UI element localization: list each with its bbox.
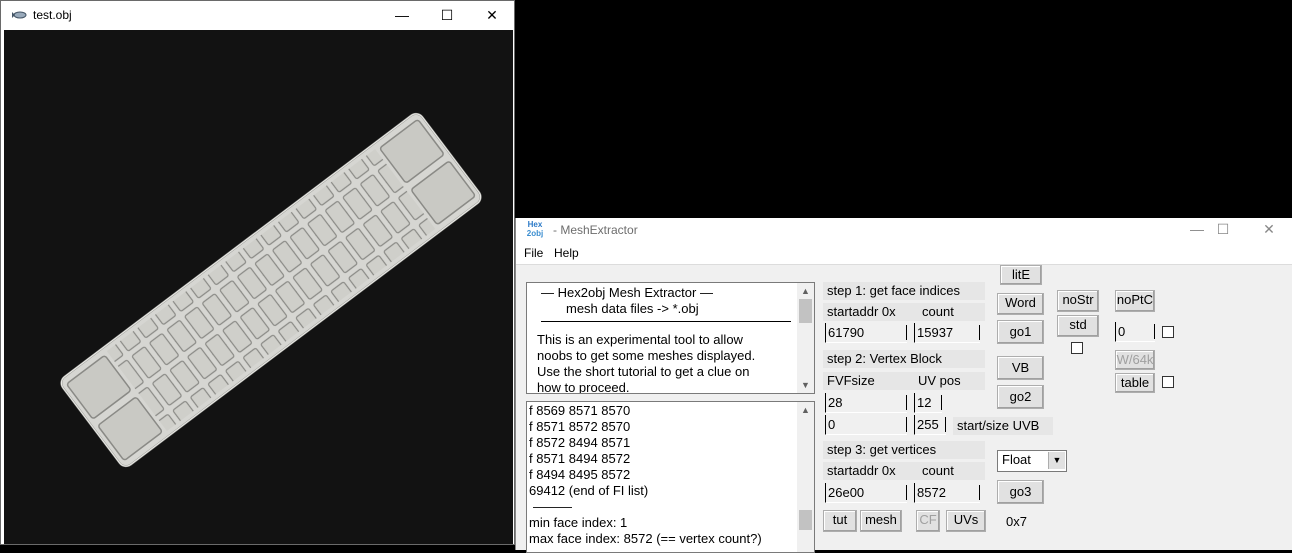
scroll-down-icon[interactable]: ▼ bbox=[797, 377, 814, 393]
step3-count-input[interactable]: 8572 bbox=[914, 483, 980, 503]
chevron-down-icon[interactable]: ▼ bbox=[1048, 452, 1065, 469]
std-checkbox[interactable] bbox=[1071, 342, 1083, 354]
log-line: f 8494 8495 8572 bbox=[529, 467, 631, 482]
scroll-thumb[interactable] bbox=[799, 299, 812, 323]
log-line: min face index: 1 bbox=[529, 515, 628, 530]
uvs-button[interactable]: UVs bbox=[946, 510, 986, 532]
go2-button[interactable]: go2 bbox=[997, 385, 1044, 409]
viewer-title: test.obj bbox=[33, 8, 72, 22]
noptc-checkbox[interactable] bbox=[1162, 326, 1174, 338]
obj-viewer-window: test.obj — ☐ ✕ bbox=[0, 0, 515, 545]
scroll-up-icon[interactable]: ▲ bbox=[797, 283, 814, 299]
hex-readout: 0x7 bbox=[1006, 514, 1027, 529]
fvfsize-label: FVFsize bbox=[827, 373, 875, 388]
w64-button[interactable]: W/64k bbox=[1115, 350, 1155, 370]
step3-count-value: 8572 bbox=[917, 485, 946, 500]
table-button[interactable]: table bbox=[1115, 373, 1155, 393]
log-line: 69412 (end of FI list) bbox=[529, 483, 649, 498]
uvpos-input[interactable]: 12 bbox=[914, 393, 942, 413]
format-select[interactable]: Float ▼ bbox=[997, 450, 1067, 472]
cf-button[interactable]: CF bbox=[916, 510, 940, 532]
intro-divider bbox=[541, 321, 791, 322]
step2-header: step 2: Vertex Block bbox=[823, 350, 985, 368]
log-scrollbar[interactable]: ▲ bbox=[797, 402, 814, 552]
step3-startaddr-label: startaddr 0x bbox=[827, 463, 896, 478]
intro-line: This is an experimental tool to allow bbox=[537, 332, 743, 347]
log-textbox[interactable]: f 8569 8571 8570 f 8571 8572 8570 f 8572… bbox=[526, 401, 815, 553]
mx-close-button[interactable]: ✕ bbox=[1254, 218, 1284, 240]
viewer-app-icon bbox=[12, 11, 27, 19]
intro-line: noobs to get some meshes displayed. bbox=[537, 348, 756, 363]
step3-header: step 3: get vertices bbox=[823, 441, 985, 459]
uvpos-label: UV pos bbox=[918, 373, 961, 388]
mx-title: - MeshExtractor bbox=[553, 223, 638, 237]
noptc-value: 0 bbox=[1118, 324, 1126, 339]
intro-line: how to proceed. bbox=[537, 380, 630, 394]
fvfsize-value: 28 bbox=[828, 395, 843, 410]
uvb-size-value: 255 bbox=[917, 417, 939, 432]
step1-labels: startaddr 0x count bbox=[823, 303, 985, 321]
icon-text-top: Hex bbox=[527, 220, 543, 229]
mesh-button[interactable]: mesh bbox=[860, 510, 902, 532]
menu-help[interactable]: Help bbox=[554, 246, 579, 260]
std-button[interactable]: std bbox=[1057, 315, 1099, 337]
intro-line-title: — Hex2obj Mesh Extractor — bbox=[541, 285, 713, 300]
log-line: f 8572 8494 8571 bbox=[529, 435, 631, 450]
scroll-up-icon[interactable]: ▲ bbox=[797, 402, 814, 418]
nostr-button[interactable]: noStr bbox=[1057, 290, 1099, 312]
hex2obj-app-icon: Hex 2obj bbox=[526, 220, 544, 240]
maximize-button[interactable]: ☐ bbox=[432, 4, 462, 26]
icon-text-bottom: 2obj bbox=[526, 229, 544, 238]
log-line: max face index: 8572 (== vertex count?) bbox=[529, 531, 762, 546]
log-line: f 8571 8572 8570 bbox=[529, 419, 631, 434]
step1-startaddr-label: startaddr 0x bbox=[827, 304, 896, 319]
mx-titlebar[interactable]: Hex 2obj - MeshExtractor — ☐ ✕ bbox=[516, 218, 1292, 242]
format-select-value: Float bbox=[1002, 452, 1031, 467]
go3-button[interactable]: go3 bbox=[997, 480, 1044, 504]
log-line: f 8571 8494 8572 bbox=[529, 451, 631, 466]
log-line: f 8569 8571 8570 bbox=[529, 403, 631, 418]
uvpos-value: 12 bbox=[917, 395, 932, 410]
uvb-label: start/size UVB bbox=[953, 417, 1053, 435]
mx-maximize-button[interactable]: ☐ bbox=[1208, 218, 1238, 240]
step3-startaddr-value: 26e00 bbox=[828, 485, 865, 500]
noptc-button[interactable]: noPtC bbox=[1115, 290, 1155, 312]
viewer-titlebar[interactable]: test.obj — ☐ ✕ bbox=[1, 1, 514, 30]
table-checkbox[interactable] bbox=[1162, 376, 1174, 388]
mesh-extractor-window: Hex 2obj - MeshExtractor — ☐ ✕ File Help… bbox=[515, 218, 1292, 553]
step1-startaddr-input[interactable]: 61790 bbox=[825, 323, 907, 343]
go1-button[interactable]: go1 bbox=[997, 320, 1044, 344]
step3-startaddr-input[interactable]: 26e00 bbox=[825, 483, 907, 503]
vb-button[interactable]: VB bbox=[997, 356, 1044, 380]
3d-render-canvas[interactable] bbox=[4, 30, 513, 544]
close-button[interactable]: ✕ bbox=[477, 4, 507, 26]
word-button[interactable]: Word bbox=[997, 293, 1044, 315]
step1-count-label: count bbox=[922, 304, 954, 319]
lite-button[interactable]: litE bbox=[1000, 265, 1042, 285]
step1-count-input[interactable]: 15937 bbox=[914, 323, 980, 343]
step3-labels: startaddr 0x count bbox=[823, 462, 985, 480]
intro-line: Use the short tutorial to get a clue on bbox=[537, 364, 750, 379]
minimize-button[interactable]: — bbox=[387, 4, 417, 26]
menubar: File Help bbox=[516, 242, 1292, 265]
intro-textbox[interactable]: — Hex2obj Mesh Extractor — mesh data fil… bbox=[526, 282, 815, 394]
uvb-start-input[interactable]: 0 bbox=[825, 415, 907, 435]
menu-file[interactable]: File bbox=[524, 246, 543, 260]
uvb-start-value: 0 bbox=[828, 417, 836, 432]
log-separator: ——— bbox=[533, 499, 572, 514]
step3-count-label: count bbox=[922, 463, 954, 478]
step1-startaddr-value: 61790 bbox=[828, 325, 865, 340]
rendered-mesh bbox=[60, 112, 482, 468]
intro-line-subtitle: mesh data files -> *.obj bbox=[566, 301, 699, 316]
step2-labels: FVFsize UV pos bbox=[823, 372, 985, 390]
step1-count-value: 15937 bbox=[917, 325, 954, 340]
intro-scrollbar[interactable]: ▲ ▼ bbox=[797, 283, 814, 393]
noptc-input[interactable]: 0 bbox=[1115, 322, 1155, 342]
fvfsize-input[interactable]: 28 bbox=[825, 393, 907, 413]
step1-header: step 1: get face indices bbox=[823, 282, 985, 300]
uvb-size-input[interactable]: 255 bbox=[914, 415, 946, 435]
tut-button[interactable]: tut bbox=[823, 510, 857, 532]
mx-client-area: — Hex2obj Mesh Extractor — mesh data fil… bbox=[516, 265, 1292, 553]
scroll-thumb[interactable] bbox=[799, 510, 812, 530]
